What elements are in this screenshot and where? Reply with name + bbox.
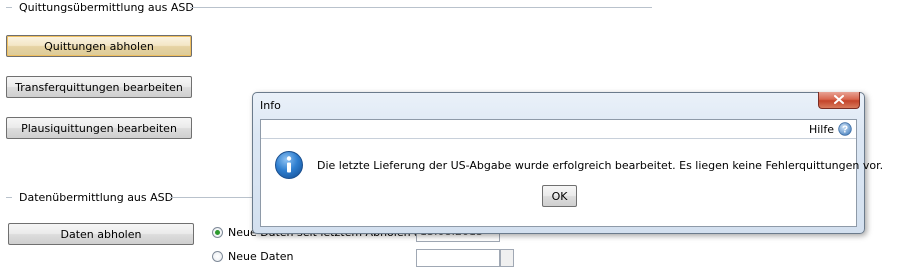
close-button[interactable] [818,92,860,109]
info-dialog: Info Hilfe ? Die letzte Lieferung der US… [252,92,883,234]
info-icon [274,150,304,180]
data-group-line-left [6,197,12,198]
receipts-group-line-left [6,7,12,8]
edit-transfer-receipts-button[interactable]: Transferquittungen bearbeiten [6,76,192,98]
ok-button[interactable]: OK [542,185,577,207]
dialog-content: Hilfe ? Die letzte Lieferung der US-Abga… [260,119,883,227]
radio-new-data-label: Neue Daten [228,250,294,263]
fetch-receipts-button[interactable]: Quittungen abholen [6,35,192,57]
receipts-group-title: Quittungsübermittlung aus ASD [17,1,196,14]
edit-plausi-receipts-button[interactable]: Plausiquittungen bearbeiten [6,117,192,139]
radio-selected-dot [215,230,220,235]
help-link[interactable]: Hilfe [809,123,834,136]
radio-new-since-last[interactable] [212,227,223,238]
radio-new-data[interactable] [212,251,223,262]
help-icon[interactable]: ? [838,122,852,136]
close-icon [834,94,844,107]
dialog-message: Die letzte Lieferung der US-Abgabe wurde… [317,159,884,172]
dialog-title: Info [260,99,281,112]
date-picker-button[interactable] [500,249,514,267]
receipts-group-line-right [190,7,652,8]
second-date-field[interactable] [416,249,500,267]
data-group-line-right [170,197,260,198]
svg-text:?: ? [842,125,848,136]
data-group-title: Datenübermittlung aus ASD [17,191,176,204]
fetch-data-button[interactable]: Daten abholen [8,223,194,245]
help-bar: Hilfe ? [261,120,856,139]
